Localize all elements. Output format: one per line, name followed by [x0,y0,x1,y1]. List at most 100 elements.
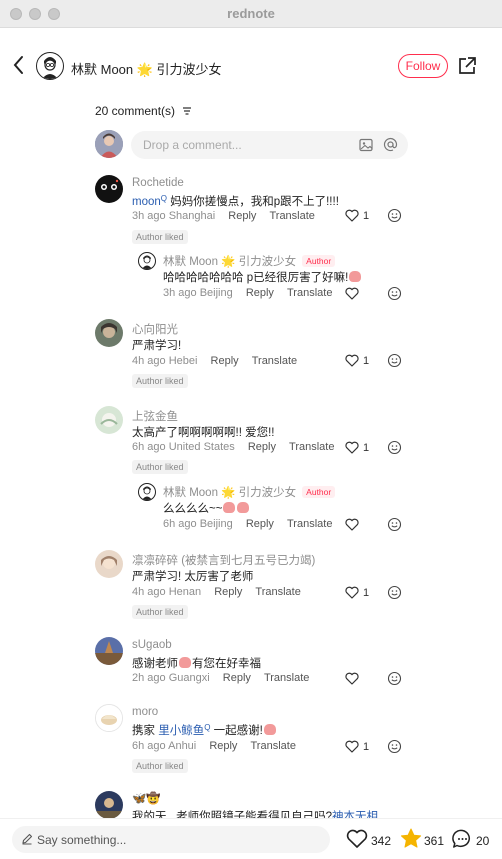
reply-button[interactable]: Reply [246,287,274,299]
share-button[interactable] [457,56,477,76]
author-name[interactable]: 林默 Moon 🌟 引力波少女 [71,59,222,78]
emoji-icon [387,517,402,532]
like-button[interactable] [345,671,379,687]
reply-button[interactable]: Reply [228,210,256,222]
comment-username[interactable]: moro [132,706,158,718]
like-button[interactable]: 1 [345,585,379,601]
emoji-button[interactable] [387,286,403,302]
translate-button[interactable]: Translate [287,287,332,299]
comment-username[interactable]: sUgaob [132,639,172,651]
translate-button[interactable]: Translate [255,586,300,598]
avatar[interactable] [95,406,123,434]
emoji-button[interactable] [387,671,403,687]
comment-body: 感谢老师 [132,658,178,670]
image-button[interactable] [359,138,373,152]
heart-icon [345,354,359,367]
reply-button[interactable]: Reply [214,586,242,598]
avatar[interactable] [95,704,123,732]
reply-button[interactable]: Reply [223,672,251,684]
mention-link[interactable]: 里小鲸鱼 [158,725,204,737]
comment-location: United States [168,441,235,453]
comment-input[interactable] [143,135,343,155]
reply-username-text[interactable]: 林默 Moon 🌟 引力波少女 [163,256,296,268]
comment-username[interactable]: 上弦金鱼 [132,408,178,424]
avatar[interactable] [95,637,123,665]
translate-button[interactable]: Translate [264,672,309,684]
avatar[interactable] [95,550,123,578]
comment-meta: 6h ago Anhui Reply Translate [132,740,296,752]
emoji-sticker [237,502,250,513]
avatar[interactable] [95,175,123,203]
like-button[interactable]: 1 [345,353,379,369]
emoji-button[interactable] [387,739,403,755]
translate-button[interactable]: Translate [289,441,334,453]
author-tag: Author [302,255,336,267]
emoji-icon [387,440,402,455]
comment-time: 6h ago [132,740,166,752]
emoji-sticker [263,724,276,735]
like-button[interactable] [345,517,379,533]
avatar[interactable] [95,319,123,347]
reply-button[interactable]: Reply [246,518,274,530]
note-favorite-button[interactable]: 361 [400,828,446,851]
translate-button[interactable]: Translate [251,740,296,752]
comment-username[interactable]: Rochetide [132,177,184,189]
say-something-box[interactable] [12,826,330,853]
author-liked-badge: Author liked [132,460,188,474]
like-count: 1 [363,587,370,599]
comment-username[interactable]: 心向阳光 [132,321,178,337]
comment-text: 太高产了啊啊啊啊啊!! 爱您!! [132,427,275,439]
comment-username[interactable]: 凛凛碎碎 (被禁言到七月五号已力竭) [132,552,315,568]
comment-location: Shanghai [168,210,216,222]
like-button[interactable]: 1 [345,208,379,224]
translate-button[interactable]: Translate [287,518,332,530]
avatar[interactable] [95,791,123,819]
note-like-count: 342 [371,834,392,848]
like-button[interactable]: 1 [345,440,379,456]
emoji-icon [387,208,402,223]
like-button[interactable]: 1 [345,739,379,755]
follow-button[interactable]: Follow [398,54,448,78]
like-count: 1 [363,741,370,753]
translate-button[interactable]: Translate [269,210,314,222]
like-button[interactable] [345,286,379,302]
search-icon: Q [160,194,168,203]
emoji-sticker [349,271,362,282]
say-something-input[interactable] [37,830,317,850]
emoji-button[interactable] [387,517,403,533]
reply-username-text[interactable]: 林默 Moon 🌟 引力波少女 [163,487,296,499]
comment-time: 3h ago [132,210,166,222]
emoji-icon [387,353,402,368]
reply-username[interactable]: 林默 Moon 🌟 引力波少女 Author [163,484,336,500]
heart-icon [346,829,368,848]
comment-location: Hebei [168,355,198,367]
emoji-button[interactable] [387,440,403,456]
note-like-button[interactable]: 342 [346,829,394,851]
heart-icon [345,672,359,685]
emoji-icon [387,671,402,686]
avatar[interactable] [138,483,156,501]
reply-button[interactable]: Reply [211,355,239,367]
author-avatar[interactable] [36,52,64,80]
reply-button[interactable]: Reply [209,740,237,752]
sort-button[interactable] [182,105,192,119]
comment-input-box[interactable] [131,131,408,159]
emoji-button[interactable] [387,208,403,224]
mention-button[interactable] [383,137,398,152]
avatar[interactable] [138,252,156,270]
comment-time: 4h ago [132,355,166,367]
reply-username[interactable]: 林默 Moon 🌟 引力波少女 Author [163,253,336,269]
emoji-button[interactable] [387,585,403,601]
author-liked-badge: Author liked [132,230,188,244]
mention-link[interactable]: moon [132,196,161,208]
comment-meta: 4h ago Hebei Reply Translate [132,355,297,367]
reply-button[interactable]: Reply [248,441,276,453]
window-title: rednote [227,6,275,21]
note-comment-button[interactable]: 20 [452,829,494,851]
translate-button[interactable]: Translate [252,355,297,367]
back-button[interactable] [10,54,28,76]
heart-icon [345,518,359,531]
comment-username[interactable]: 🦋🤠 [132,791,161,805]
comment-count-row: 20 comment(s) [95,104,192,119]
emoji-button[interactable] [387,353,403,369]
